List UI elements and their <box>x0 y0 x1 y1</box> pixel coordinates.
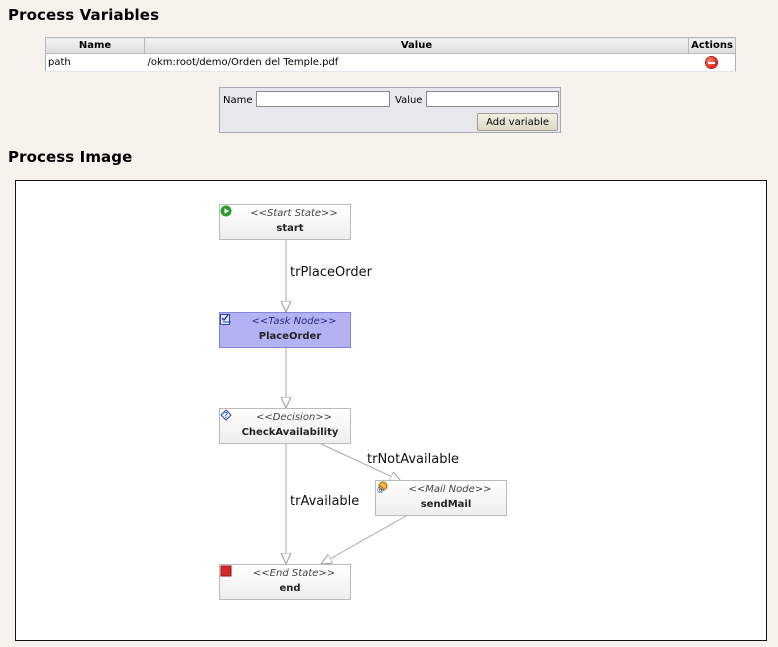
process-variables-title: Process Variables <box>8 6 160 24</box>
node-name: sendMail <box>420 499 472 510</box>
node-stereotype: <<End State>> <box>252 568 336 579</box>
table-header-row: Name Value Actions <box>45 37 736 54</box>
node-name: PlaceOrder <box>258 331 322 342</box>
transition-label-travailable: trAvailable <box>290 494 360 509</box>
actions-cell <box>688 53 736 72</box>
node-stereotype: <<Decision>> <box>255 412 333 423</box>
node-stereotype: <<Task Node>> <box>251 316 337 327</box>
variables-table: Name Value Actions path /okm:root/demo/O… <box>45 37 736 72</box>
transition-label-trplaceorder: trPlaceOrder <box>290 265 372 280</box>
column-header-actions: Actions <box>688 37 736 54</box>
add-variable-form: Name Value Add variable <box>219 87 561 133</box>
value-label: Value <box>395 95 423 106</box>
delete-icon[interactable] <box>706 56 718 68</box>
node-name: CheckAvailability <box>241 427 339 438</box>
variable-value-cell: /okm:root/demo/Orden del Temple.pdf <box>144 53 689 72</box>
process-image-title: Process Image <box>8 148 133 166</box>
node-stereotype: <<Mail Node>> <box>408 484 492 495</box>
transition-lines <box>16 240 407 640</box>
mail-node-sendmail[interactable]: @ <<Mail Node>> sendMail <box>375 480 507 516</box>
start-state-node[interactable]: <<Start State>> start <box>219 204 351 240</box>
task-node-placeorder[interactable]: <<Task Node>> PlaceOrder <box>219 312 351 348</box>
name-label: Name <box>223 95 253 106</box>
column-header-name: Name <box>45 37 145 54</box>
decision-node-checkavailability[interactable]: ? <<Decision>> CheckAvailability <box>219 408 351 444</box>
node-name: start <box>276 223 304 234</box>
variable-name-cell: path <box>45 53 145 72</box>
node-stereotype: <<Start State>> <box>250 208 338 219</box>
end-state-node[interactable]: <<End State>> end <box>219 564 351 600</box>
transition-label-trnotavailable: trNotAvailable <box>367 452 460 467</box>
value-input[interactable] <box>426 91 559 107</box>
table-row: path /okm:root/demo/Orden del Temple.pdf <box>45 53 736 72</box>
process-image-panel: <<Start State>> start <<Task Node>> Plac… <box>15 180 767 641</box>
column-header-value: Value <box>144 37 689 54</box>
name-input[interactable] <box>256 91 390 107</box>
transition-sendmail-to-end <box>321 515 407 564</box>
add-variable-button[interactable]: Add variable <box>477 113 558 131</box>
node-name: end <box>279 583 301 594</box>
